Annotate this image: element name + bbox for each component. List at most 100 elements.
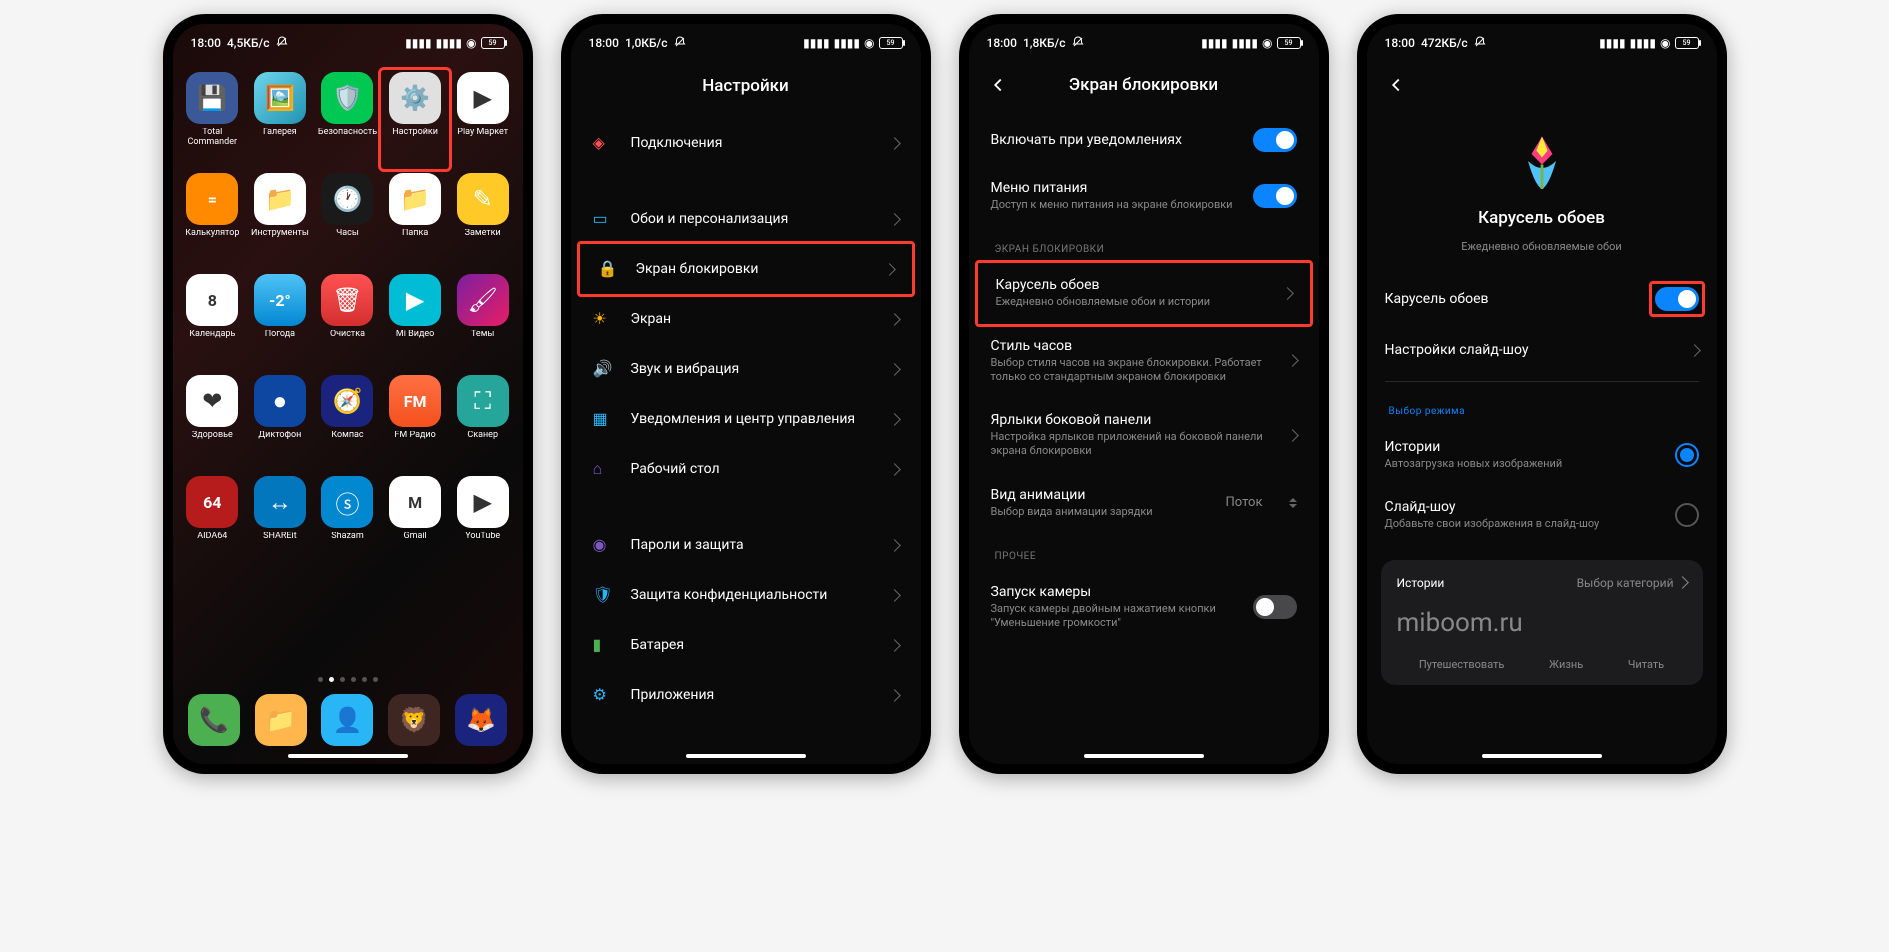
settings-label: Пароли и защита bbox=[631, 537, 872, 553]
setting-wallpaper-carousel[interactable]: Карусель обоев Ежедневно обновляемые обо… bbox=[975, 260, 1313, 326]
app-icon: 🗑 bbox=[321, 274, 373, 326]
dock-app[interactable]: 🦁 bbox=[388, 694, 440, 746]
section-header: ПРОЧЕЕ bbox=[973, 533, 1315, 570]
signal-icon: ▮▮▮▮ bbox=[803, 36, 829, 50]
app-инструменты[interactable]: 📁Инструменты bbox=[248, 173, 312, 268]
settings-item-экран-блокировки[interactable]: 🔒Экран блокировки bbox=[577, 241, 915, 297]
app-gmail[interactable]: MGmail bbox=[383, 476, 447, 571]
setting-power-menu[interactable]: Меню питания Доступ к меню питания на эк… bbox=[973, 166, 1315, 226]
page-title: Настройки bbox=[571, 58, 921, 118]
app-настройки[interactable]: ⚙️Настройки bbox=[378, 67, 452, 172]
app-очистка[interactable]: 🗑Очистка bbox=[316, 274, 380, 369]
highlight-box bbox=[1649, 281, 1705, 317]
app-заметки[interactable]: ✎Заметки bbox=[451, 173, 515, 268]
app-icon: 📁 bbox=[389, 173, 441, 225]
settings-item-подключения[interactable]: ◈Подключения bbox=[575, 118, 917, 168]
settings-item-уведомления-и-центр-управления[interactable]: ▦Уведомления и центр управления bbox=[575, 394, 917, 444]
app-mi-видео[interactable]: ▶Mi Видео bbox=[383, 274, 447, 369]
settings-item-рабочий-стол[interactable]: ⌂Рабочий стол bbox=[575, 444, 917, 494]
app-погода[interactable]: -2°Погода bbox=[248, 274, 312, 369]
hero-subtitle: Ежедневно обновляемые обои bbox=[1461, 240, 1622, 253]
app-калькулятор[interactable]: =Калькулятор bbox=[181, 173, 245, 268]
home-screen: 18:00 4,5КБ/с ▮▮▮▮ ▮▮▮▮ ◉ 59 💾Total Comm… bbox=[173, 24, 523, 764]
card-link[interactable]: Выбор категорий bbox=[1577, 576, 1687, 590]
toggle-on[interactable] bbox=[1655, 287, 1699, 311]
back-icon[interactable] bbox=[1385, 74, 1407, 96]
app-icon: ▶ bbox=[457, 476, 509, 528]
toggle-on[interactable] bbox=[1253, 184, 1297, 208]
app-сканер[interactable]: ⛶Сканер bbox=[451, 375, 515, 470]
settings-item-приложения[interactable]: ⚙Приложения bbox=[575, 670, 917, 720]
radio-off[interactable] bbox=[1675, 503, 1699, 527]
app-безопасность[interactable]: 🛡️Безопасность bbox=[316, 72, 380, 167]
setting-clock-style[interactable]: Стиль часов Выбор стиля часов на экране … bbox=[973, 324, 1315, 399]
app-label: Погода bbox=[265, 330, 295, 340]
app-aida64[interactable]: 64AIDA64 bbox=[181, 476, 245, 571]
setting-launch-camera[interactable]: Запуск камеры Запуск камеры двойным нажа… bbox=[973, 570, 1315, 645]
app-icon: ▶ bbox=[457, 72, 509, 124]
status-time: 18:00 bbox=[1385, 36, 1415, 50]
stories-card[interactable]: Истории Выбор категорий miboom.ru Путеше… bbox=[1381, 560, 1703, 685]
app-total-commander[interactable]: 💾Total Commander bbox=[181, 72, 245, 167]
app-галерея[interactable]: 🖼️Галерея bbox=[248, 72, 312, 167]
settings-item-звук-и-вибрация[interactable]: 🔊Звук и вибрация bbox=[575, 344, 917, 394]
app-icon: ⓢ bbox=[321, 476, 373, 528]
tab[interactable]: Путешествовать bbox=[1419, 658, 1505, 671]
setting-side-shortcuts[interactable]: Ярлыки боковой панели Настройка ярлыков … bbox=[973, 398, 1315, 473]
chevron-right-icon bbox=[888, 639, 901, 652]
chevron-right-icon bbox=[1676, 576, 1689, 589]
settings-item-пароли-и-защита[interactable]: ◉Пароли и защита bbox=[575, 520, 917, 570]
app-play-маркет[interactable]: ▶Play Маркет bbox=[451, 72, 515, 167]
status-bar: 18:00 472КБ/с ▮▮▮▮ ▮▮▮▮ ◉ 59 bbox=[1367, 24, 1717, 58]
app-диктофон[interactable]: ●Диктофон bbox=[248, 375, 312, 470]
toggle-off[interactable] bbox=[1253, 595, 1297, 619]
section-header: ЭКРАН БЛОКИРОВКИ bbox=[973, 226, 1315, 263]
tab[interactable]: Читать bbox=[1628, 658, 1664, 671]
app-label: Настройки bbox=[392, 128, 438, 138]
app-label: Здоровье bbox=[192, 431, 233, 441]
setting-notifications-wake[interactable]: Включать при уведомлениях bbox=[973, 114, 1315, 166]
dock-app[interactable]: 🦊 bbox=[455, 694, 507, 746]
page-title: Экран блокировки bbox=[1033, 75, 1255, 95]
settings-item-защита-конфиденциальности[interactable]: 🛡Защита конфиденциальности bbox=[575, 570, 917, 620]
dock-app[interactable]: 👤 bbox=[321, 694, 373, 746]
app-темы[interactable]: 🖌Темы bbox=[451, 274, 515, 369]
app-shareit[interactable]: ↔SHAREit bbox=[248, 476, 312, 571]
radio-on[interactable] bbox=[1675, 443, 1699, 467]
app-здоровье[interactable]: ❤Здоровье bbox=[181, 375, 245, 470]
chevron-right-icon bbox=[888, 363, 901, 376]
app-shazam[interactable]: ⓢShazam bbox=[316, 476, 380, 571]
setting-charge-animation[interactable]: Вид анимации Выбор вида анимации зарядки… bbox=[973, 473, 1315, 533]
settings-item-экран[interactable]: ☀Экран bbox=[575, 294, 917, 344]
signal-icon-2: ▮▮▮▮ bbox=[834, 36, 860, 50]
app-fm-радио[interactable]: FMFM Радио bbox=[383, 375, 447, 470]
settings-item-батарея[interactable]: ▮Батарея bbox=[575, 620, 917, 670]
mode-slideshow[interactable]: Слайд-шоу Добавьте свои изображения в сл… bbox=[1367, 485, 1717, 545]
app-папка[interactable]: 📁Папка bbox=[383, 173, 447, 268]
dock-app[interactable]: 📁 bbox=[255, 694, 307, 746]
app-youtube[interactable]: ▶YouTube bbox=[451, 476, 515, 571]
dnd-icon bbox=[674, 36, 686, 51]
app-icon: 8 bbox=[186, 274, 238, 326]
dock-app[interactable]: 📞 bbox=[188, 694, 240, 746]
setting-carousel-toggle[interactable]: Карусель обоев bbox=[1367, 273, 1717, 325]
toggle-on[interactable] bbox=[1253, 128, 1297, 152]
page-header bbox=[1367, 58, 1717, 96]
app-label: Инструменты bbox=[251, 229, 309, 239]
back-icon[interactable] bbox=[987, 74, 1009, 96]
mode-stories[interactable]: Истории Автозагрузка новых изображений bbox=[1367, 425, 1717, 485]
wifi-icon: ◉ bbox=[466, 36, 476, 50]
app-часы[interactable]: 🕐Часы bbox=[316, 173, 380, 268]
home-indicator bbox=[1482, 754, 1602, 758]
app-label: Темы bbox=[471, 330, 494, 340]
app-компас[interactable]: 🧭Компас bbox=[316, 375, 380, 470]
chevron-right-icon bbox=[888, 589, 901, 602]
card-header: Истории Выбор категорий bbox=[1397, 576, 1687, 590]
setting-slideshow-settings[interactable]: Настройки слайд-шоу bbox=[1367, 325, 1717, 375]
settings-item-обои-и-персонализация[interactable]: ▭Обои и персонализация bbox=[575, 194, 917, 244]
app-календарь[interactable]: 8Календарь bbox=[181, 274, 245, 369]
wifi-icon: ◉ bbox=[864, 36, 874, 50]
wifi-icon: ◉ bbox=[1660, 36, 1670, 50]
tab[interactable]: Жизнь bbox=[1549, 658, 1583, 671]
section-header-mode: Выбор режима bbox=[1367, 388, 1717, 425]
